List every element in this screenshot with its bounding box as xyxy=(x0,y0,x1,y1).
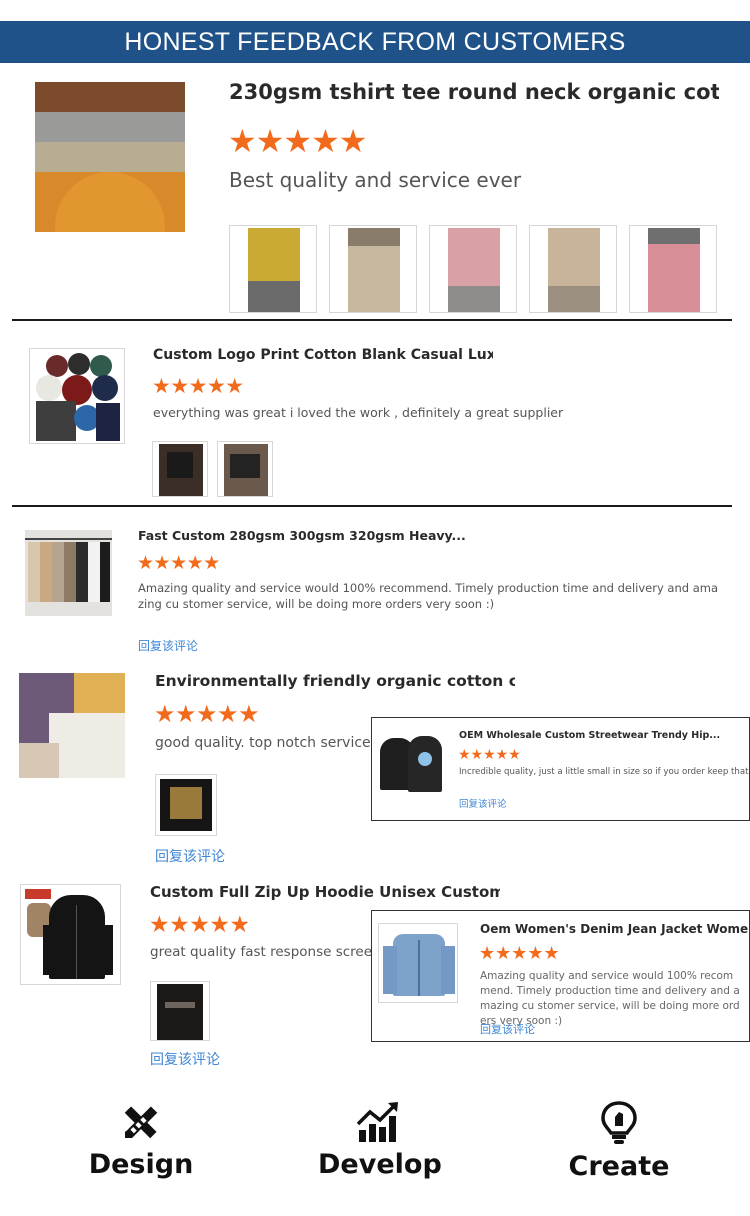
review-title[interactable]: 230gsm tshirt tee round neck organic cot… xyxy=(229,80,719,104)
review-photo-thumbnail[interactable] xyxy=(229,225,317,313)
review-text: good quality. top notch service xyxy=(155,735,371,751)
reply-link[interactable]: 回复该评论 xyxy=(459,796,507,810)
rating-stars: ★★★★★ xyxy=(228,123,367,159)
review-card-overlay: OEM Wholesale Custom Streetwear Trendy H… xyxy=(371,717,750,821)
product-image-black-hoodies[interactable] xyxy=(378,732,442,796)
review-text: everything was great i loved the work , … xyxy=(153,405,564,420)
product-image-tshirt-rack[interactable] xyxy=(25,530,112,616)
review-text: great quality fast response screen p xyxy=(150,944,372,960)
review-photo-thumbnail[interactable] xyxy=(329,225,417,313)
footer-label: Create xyxy=(568,1151,670,1182)
footer-item-create: Create xyxy=(559,1100,679,1182)
footer-label: Design xyxy=(88,1149,194,1180)
review-title[interactable]: Oem Women's Denim Jean Jacket Women Cas.… xyxy=(480,922,749,936)
product-image-hoodies[interactable] xyxy=(29,348,125,444)
section-divider xyxy=(12,505,732,507)
review-title[interactable]: Fast Custom 280gsm 300gsm 320gsm Heavy..… xyxy=(138,528,478,543)
review-title[interactable]: OEM Wholesale Custom Streetwear Trendy H… xyxy=(459,730,749,741)
review-photo-thumbnail[interactable] xyxy=(429,225,517,313)
review-photo-thumbnail[interactable] xyxy=(155,774,217,836)
reply-link[interactable]: 回复该评论 xyxy=(150,1049,220,1069)
rating-stars: ★★★★★ xyxy=(152,375,244,398)
rating-stars: ★★★★★ xyxy=(458,746,521,762)
review-text: Amazing quality and service would 100% r… xyxy=(138,581,718,611)
review-title[interactable]: Custom Logo Print Cotton Blank Casual Lu… xyxy=(153,347,493,363)
review-photo-thumbnail[interactable] xyxy=(529,225,617,313)
review-photo-thumbnail[interactable] xyxy=(150,981,210,1041)
reply-link[interactable]: 回复该评论 xyxy=(480,1021,535,1037)
reply-link[interactable]: 回复该评论 xyxy=(138,637,198,654)
rating-stars: ★★★★★ xyxy=(479,943,560,963)
growth-chart-icon xyxy=(356,1102,398,1142)
product-image-folded-tshirts[interactable] xyxy=(35,82,185,232)
review-text: Amazing quality and service would 100% r… xyxy=(480,970,740,1027)
rating-stars: ★★★★★ xyxy=(154,701,260,728)
rating-stars: ★★★★★ xyxy=(149,911,250,937)
product-image-denim-jacket[interactable] xyxy=(378,923,458,1003)
review-title[interactable]: Custom Full Zip Up Hoodie Unisex Custom … xyxy=(150,883,500,901)
review-text: Incredible quality, just a little small … xyxy=(459,767,749,777)
review-photo-thumbnail[interactable] xyxy=(629,225,717,313)
review-photo-thumbnail[interactable] xyxy=(152,441,208,497)
rating-stars: ★★★★★ xyxy=(137,553,220,574)
product-image-folded-sweatshirts[interactable] xyxy=(19,673,125,778)
product-image-zip-hoodie[interactable] xyxy=(20,884,121,985)
section-divider xyxy=(12,319,732,321)
footer-label: Develop xyxy=(318,1149,442,1180)
lightbulb-icon xyxy=(601,1101,637,1144)
review-photo-thumbnail[interactable] xyxy=(217,441,273,497)
footer-item-develop: Develop xyxy=(318,1100,442,1180)
review-card-overlay: Oem Women's Denim Jean Jacket Women Cas.… xyxy=(371,910,750,1042)
review-text: Best quality and service ever xyxy=(229,168,522,192)
section-banner: HONEST FEEDBACK FROM CUSTOMERS xyxy=(0,21,750,63)
footer-item-design: Design xyxy=(81,1100,201,1180)
pencil-ruler-icon xyxy=(124,1106,158,1139)
reply-link[interactable]: 回复该评论 xyxy=(155,846,225,866)
review-title[interactable]: Environmentally friendly organic cotton … xyxy=(155,672,515,690)
